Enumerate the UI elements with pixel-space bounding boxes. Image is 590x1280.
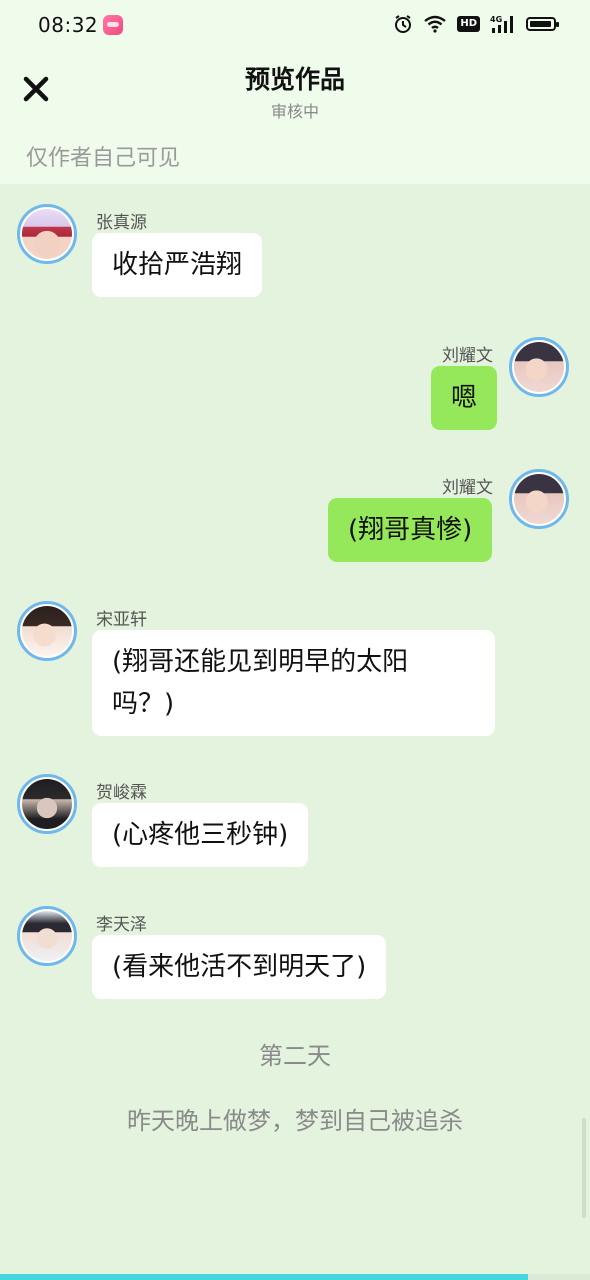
sender-name: 贺峻霖 — [96, 783, 147, 803]
app-notification-icon — [103, 15, 123, 35]
status-bar: 08:32 HD 4G — [0, 0, 590, 52]
message-bubble[interactable]: 收拾严浩翔 — [92, 233, 263, 297]
alarm-icon — [395, 15, 412, 33]
avatar[interactable] — [17, 906, 77, 966]
avatar[interactable] — [509, 337, 569, 397]
message-text-line: (翔哥还能见到明早的太阳 — [112, 647, 409, 677]
hd-icon: HD — [457, 16, 480, 32]
status-time: 08:32 — [38, 13, 99, 37]
svg-text:4G: 4G — [490, 15, 502, 24]
avatar[interactable] — [17, 204, 77, 264]
message-bubble[interactable]: (翔哥还能见到明早的太阳 吗？) — [92, 630, 495, 736]
visibility-note: 仅作者自己可见 — [26, 146, 181, 171]
narration-text: 昨天晚上做梦，梦到自己被追杀 — [127, 1107, 463, 1135]
progress-bar — [0, 1274, 590, 1280]
avatar[interactable] — [17, 774, 77, 834]
sender-name: 李天泽 — [96, 915, 147, 935]
battery-icon — [526, 17, 559, 31]
avatar[interactable] — [17, 601, 77, 661]
sender-name: 刘耀文 — [442, 478, 493, 498]
sender-name: 宋亚轩 — [96, 610, 147, 630]
signal-icon: 4G — [490, 15, 513, 33]
sender-name: 张真源 — [96, 213, 147, 233]
scrollbar[interactable] — [582, 1118, 586, 1218]
day-marker: 第二天 — [259, 1042, 331, 1070]
message-bubble[interactable]: 嗯 — [431, 366, 498, 430]
message-bubble[interactable]: (看来他活不到明天了) — [92, 935, 387, 999]
message-text-line: 吗？) — [112, 689, 175, 719]
message-bubble[interactable]: (心疼他三秒钟) — [92, 803, 309, 867]
sender-name: 刘耀文 — [442, 346, 493, 366]
review-status: 审核中 — [270, 102, 319, 121]
message-bubble[interactable]: (翔哥真惨) — [328, 498, 493, 562]
wifi-icon — [424, 15, 447, 33]
page-title: 预览作品 — [244, 65, 345, 94]
avatar[interactable] — [509, 469, 569, 529]
